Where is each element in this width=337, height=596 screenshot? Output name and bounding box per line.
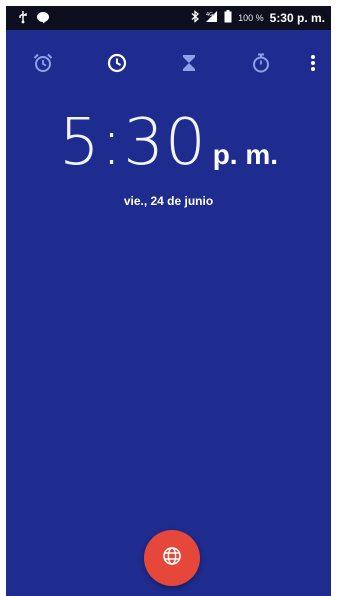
tab-clock[interactable] [100, 46, 134, 80]
world-clock-button[interactable] [144, 530, 200, 586]
more-vert-icon [310, 54, 316, 72]
alarm-clock-icon [32, 52, 54, 74]
tab-alarm[interactable] [26, 46, 60, 80]
battery-icon [224, 10, 232, 26]
chat-bubble-icon [36, 11, 50, 27]
battery-percent: 100 % [238, 13, 264, 23]
bluetooth-icon [191, 10, 200, 26]
clock-app-screen: 4G 100 % 5:30 p. m. 5:30 p. m. vie., 24 … [6, 6, 331, 596]
tab-stopwatch[interactable] [244, 46, 278, 80]
clock-date: vie., 24 de junio [123, 194, 214, 208]
status-right: 4G 100 % 5:30 p. m. [191, 10, 325, 26]
signal-icon: 4G [205, 10, 218, 26]
clock-ampm: p. m. [212, 139, 279, 170]
status-left [18, 10, 50, 27]
status-bar: 4G 100 % 5:30 p. m. [6, 6, 331, 30]
stopwatch-icon [250, 52, 272, 74]
tab-timer[interactable] [172, 46, 206, 80]
tab-bar [6, 46, 331, 82]
status-time: 5:30 p. m. [269, 11, 325, 25]
hourglass-icon [179, 53, 199, 73]
globe-icon [162, 546, 182, 571]
more-options-button[interactable] [300, 46, 326, 80]
clock-time: 5:30 [58, 106, 207, 180]
clock-icon [106, 52, 128, 74]
svg-text:4G: 4G [206, 12, 213, 18]
digital-clock: 5:30 p. m. [6, 106, 331, 180]
usb-icon [18, 10, 28, 27]
